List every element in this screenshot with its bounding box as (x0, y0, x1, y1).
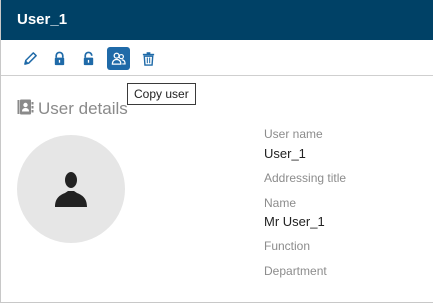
pencil-icon (24, 52, 37, 65)
addressing-title-label: Addressing title (264, 171, 347, 185)
user-name-value: User_1 (264, 146, 306, 161)
unlock-icon (83, 51, 94, 66)
user-details-panel: User_1 User details Copy user User name … (0, 0, 433, 303)
user-name-label: User name (264, 127, 323, 141)
edit-button[interactable] (19, 47, 42, 70)
name-label: Name (264, 196, 297, 210)
trash-icon (142, 52, 155, 66)
name-value: Mr User_1 (264, 214, 325, 229)
copy-user-button[interactable] (107, 47, 130, 70)
department-label: Department (264, 264, 327, 278)
section-title: User details (38, 99, 128, 118)
copy-user-tooltip: Copy user (127, 83, 196, 105)
panel-header: User_1 (1, 0, 433, 40)
toolbar (1, 40, 433, 76)
page-title: User_1 (17, 11, 68, 28)
address-book-icon (17, 99, 34, 115)
lock-icon (54, 51, 65, 66)
function-label: Function (264, 239, 311, 253)
delete-button[interactable] (137, 47, 160, 70)
users-icon (111, 52, 126, 65)
user-silhouette-icon (55, 172, 87, 207)
lock-button[interactable] (48, 47, 71, 70)
unlock-button[interactable] (77, 47, 100, 70)
avatar (17, 135, 125, 243)
